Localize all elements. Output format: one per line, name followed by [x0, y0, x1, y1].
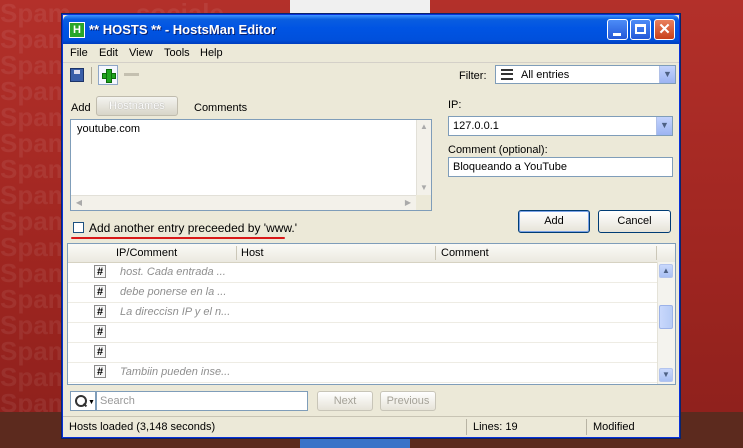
scroll-down-icon[interactable]: ▼	[659, 368, 673, 382]
chevron-down-icon[interactable]: ▼	[659, 66, 675, 83]
comment-label: Comment (optional):	[448, 144, 548, 156]
maximize-button[interactable]	[630, 19, 651, 40]
title-bar[interactable]: H ** HOSTS ** - HostsMan Editor ✕	[63, 15, 679, 44]
scroll-left-icon[interactable]: ◀	[73, 198, 85, 208]
close-button[interactable]: ✕	[654, 19, 675, 40]
status-lines: Lines: 19	[473, 421, 518, 433]
textarea-vertical-scrollbar[interactable]: ▲ ▼	[416, 120, 431, 195]
maximize-icon	[635, 24, 646, 34]
status-modified: Modified	[593, 421, 635, 433]
textarea-horizontal-scrollbar[interactable]: ◀ ▶	[71, 195, 416, 210]
column-comment[interactable]: Comment	[441, 247, 489, 259]
add-entry-button[interactable]	[98, 65, 118, 85]
ip-value: 127.0.0.1	[453, 120, 499, 132]
status-separator	[586, 419, 587, 435]
column-separator[interactable]	[656, 246, 657, 260]
scroll-corner	[416, 195, 431, 210]
hostsman-app-icon: H	[69, 22, 85, 38]
ip-label: IP:	[448, 99, 462, 111]
www-checkbox[interactable]	[73, 222, 84, 233]
hostnames-text: youtube.com	[77, 123, 140, 135]
add-button[interactable]: Add	[518, 210, 590, 233]
hostsman-editor-window: H ** HOSTS ** - HostsMan Editor ✕ File E…	[62, 14, 680, 438]
status-separator	[466, 419, 467, 435]
search-options-button[interactable]: ▼	[70, 391, 96, 411]
hostnames-textarea[interactable]: youtube.com ▲ ▼ ◀ ▶	[70, 119, 432, 211]
previous-button[interactable]: Previous	[380, 391, 436, 411]
filter-label: Filter:	[459, 70, 487, 82]
hash-icon: #	[94, 265, 106, 278]
menu-file[interactable]: File	[70, 47, 88, 59]
search-input[interactable]: Search	[96, 391, 308, 411]
row-text: host. Cada entrada ...	[120, 266, 226, 278]
status-message: Hosts loaded (3,148 seconds)	[69, 421, 216, 433]
remove-entry-button[interactable]	[124, 73, 139, 76]
menu-help[interactable]: Help	[200, 47, 223, 59]
menu-bar: File Edit View Tools Help	[63, 44, 679, 63]
menu-edit[interactable]: Edit	[99, 47, 118, 59]
www-checkbox-label[interactable]: Add another entry preceeded by 'www.'	[89, 221, 297, 235]
list-item[interactable]: # Tambiin pueden inse...	[68, 362, 658, 383]
add-label: Add	[71, 102, 91, 114]
list-item[interactable]: # host. Cada entrada ...	[68, 262, 658, 283]
save-icon[interactable]	[70, 68, 84, 82]
list-item[interactable]: #	[68, 322, 658, 343]
cancel-button[interactable]: Cancel	[598, 210, 671, 233]
list-item[interactable]: #	[68, 342, 658, 363]
scroll-down-icon[interactable]: ▼	[419, 183, 429, 193]
row-text: La direccisn IP y el n...	[120, 306, 231, 318]
toolbar-separator	[91, 67, 92, 84]
column-separator[interactable]	[435, 246, 436, 260]
menu-tools[interactable]: Tools	[164, 47, 190, 59]
scroll-thumb[interactable]	[659, 305, 673, 329]
status-bar: Hosts loaded (3,148 seconds) Lines: 19 M…	[63, 416, 679, 437]
scroll-up-icon[interactable]: ▲	[419, 122, 429, 132]
list-item[interactable]: # debe ponerse en la ...	[68, 282, 658, 303]
row-text: debe ponerse en la ...	[120, 286, 227, 298]
filter-value: All entries	[521, 69, 570, 81]
toolbar: Filter: All entries ▼	[63, 63, 679, 87]
hash-icon: #	[94, 325, 106, 338]
minimize-icon	[613, 33, 621, 36]
ip-select[interactable]: 127.0.0.1 ▼	[448, 116, 673, 136]
list-item[interactable]: # La direccisn IP y el n...	[68, 302, 658, 323]
tab-hostnames[interactable]: Hostnames	[96, 96, 178, 116]
row-text: Tambiin pueden inse...	[120, 366, 231, 378]
window-title: ** HOSTS ** - HostsMan Editor	[89, 22, 277, 37]
list-vertical-scrollbar[interactable]: ▲ ▼	[657, 262, 675, 384]
column-host[interactable]: Host	[241, 247, 264, 259]
list-icon	[501, 69, 513, 80]
filter-select[interactable]: All entries ▼	[495, 65, 676, 84]
menu-view[interactable]: View	[129, 47, 153, 59]
hash-icon: #	[94, 305, 106, 318]
hosts-entries-list: IP/Comment Host Comment # host. Cada ent…	[67, 243, 676, 385]
search-icon-handle	[82, 402, 88, 408]
chevron-down-icon: ▼	[88, 399, 95, 406]
tab-comments[interactable]: Comments	[194, 102, 247, 114]
highlight-underline	[71, 237, 285, 239]
list-item[interactable]: #	[68, 382, 658, 384]
column-ip-comment[interactable]: IP/Comment	[116, 247, 177, 259]
minimize-button[interactable]	[607, 19, 628, 40]
plus-icon-vertical	[106, 69, 112, 83]
next-button[interactable]: Next	[317, 391, 373, 411]
hash-icon: #	[94, 345, 106, 358]
column-separator[interactable]	[236, 246, 237, 260]
scroll-up-icon[interactable]: ▲	[659, 264, 673, 278]
hash-icon: #	[94, 365, 106, 378]
list-header: IP/Comment Host Comment	[68, 244, 675, 263]
chevron-down-icon[interactable]: ▼	[656, 117, 672, 135]
scroll-right-icon[interactable]: ▶	[402, 198, 414, 208]
close-icon: ✕	[658, 21, 671, 38]
comment-input[interactable]: Bloqueando a YouTube	[448, 157, 673, 177]
hash-icon: #	[94, 285, 106, 298]
